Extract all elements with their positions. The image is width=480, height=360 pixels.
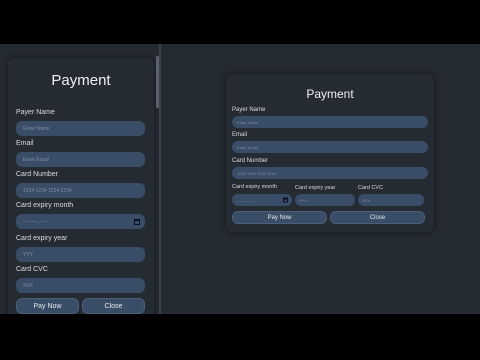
page-title: Payment [51,72,111,89]
payer-name-input[interactable]: Enter Name [16,121,145,136]
cvc-label: Card CVC [16,266,48,273]
expiry-month-label: Card expiry month [232,184,277,190]
payment-card-desktop: Payment Payer Name Enter Name Email Ente… [226,74,434,232]
close-button[interactable]: Close [82,298,145,314]
payer-name-label: Payer Name [16,109,55,116]
expiry-month-label: Card expiry month [16,202,74,209]
cvc-input[interactable]: XXX [358,194,424,206]
expiry-year-input[interactable]: YYY [16,247,145,262]
pay-now-button[interactable]: Pay Now [16,298,79,314]
pane-divider[interactable] [159,44,161,314]
expiry-month-placeholder: ---------, ---- [236,197,256,203]
pay-now-button[interactable]: Pay Now [232,211,327,224]
expiry-year-label: Card expiry year [295,185,336,191]
payer-name-input[interactable]: Enter Name [232,116,428,128]
card-number-input[interactable]: 1234 1234 1234 1234 [16,183,145,198]
email-input[interactable]: Enter Email [16,152,145,167]
cvc-input[interactable]: XXX [16,278,145,293]
payment-card-mobile: Payment Payer Name Enter Name Email Ente… [8,58,154,314]
page-title: Payment [306,87,354,101]
calendar-icon[interactable] [134,218,140,225]
expiry-month-input[interactable]: ---------, ---- [16,214,145,229]
payer-name-label: Payer Name [232,107,266,113]
card-number-label: Card Number [16,171,59,178]
card-number-label: Card Number [232,158,269,164]
email-label: Email [16,140,34,147]
cvc-label: Card CVC [358,185,384,191]
expiry-year-label: Card expiry year [16,235,68,242]
expiry-month-placeholder: ---------, ---- [23,218,48,225]
expiry-year-input[interactable]: YYY [295,194,355,206]
email-label: Email [232,132,248,138]
calendar-icon[interactable] [283,197,288,203]
close-button[interactable]: Close [330,211,425,224]
expiry-month-input[interactable]: ---------, ---- [232,194,292,206]
screen: Payment Payer Name Enter Name Email Ente… [0,44,480,314]
card-number-input[interactable]: 1234 1234 1234 1234 [232,167,428,179]
email-input[interactable]: Enter Email [232,141,428,153]
